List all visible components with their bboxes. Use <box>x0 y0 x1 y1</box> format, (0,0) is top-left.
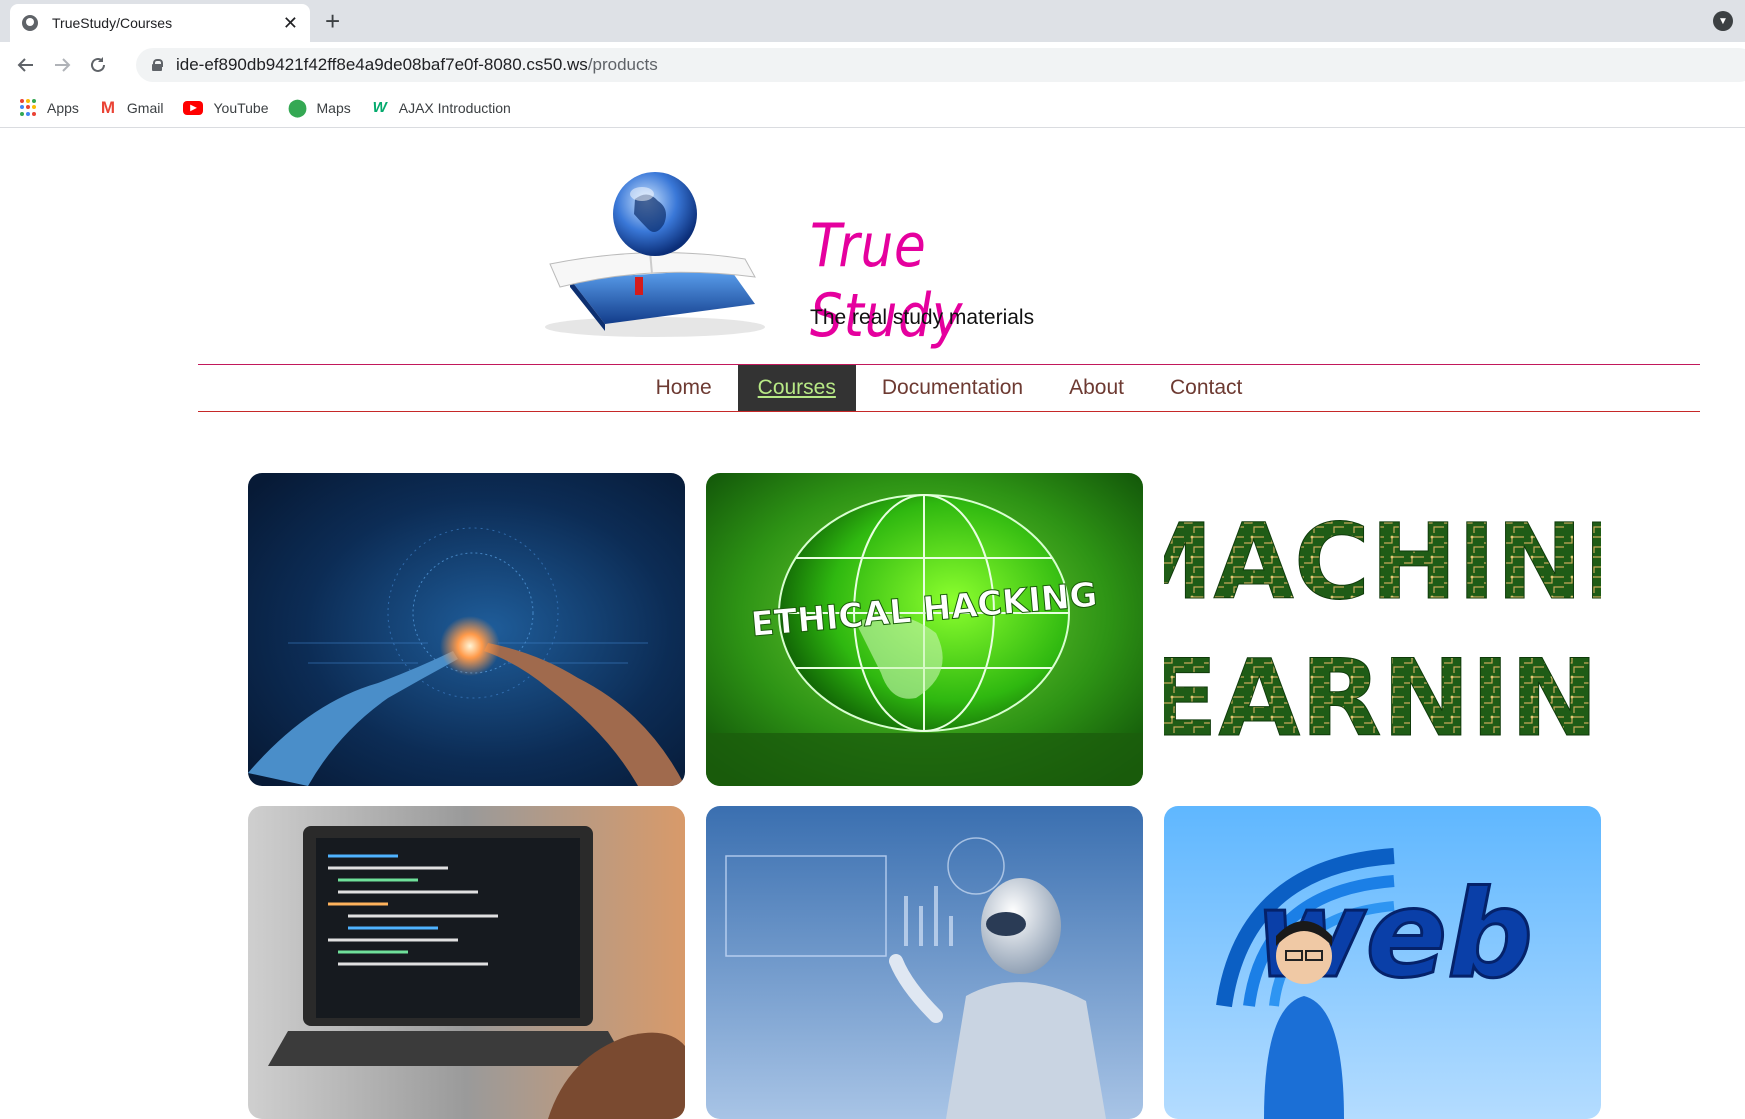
ai-hands-image <box>248 473 685 786</box>
nav-contact[interactable]: Contact <box>1150 365 1262 411</box>
ethical-hacking-globe-image: ETHICAL HACKING <box>706 473 1143 786</box>
bookmark-label: Gmail <box>126 99 164 116</box>
address-bar[interactable]: ide-ef890db9421f42ff8e4a9de08baf7e0f-808… <box>136 48 1745 82</box>
reload-icon <box>91 57 105 72</box>
machine-learning-text-image: MACHINE LEARNING <box>1164 473 1601 786</box>
maps-pin-icon: ⬤ <box>287 97 308 117</box>
bookmark-label: Maps <box>316 99 351 116</box>
site-header: True Study The real study materials <box>530 159 1130 351</box>
bookmark-maps[interactable]: ⬤ Maps <box>287 97 351 117</box>
reload-button[interactable] <box>84 51 112 79</box>
bookmark-label: YouTube <box>213 99 269 116</box>
browser-tab[interactable]: TrueStudy/Courses ✕ <box>10 4 310 42</box>
course-card-ethical-hacking[interactable]: ETHICAL HACKING <box>706 473 1143 786</box>
machine-text: MACHINE <box>1164 501 1601 623</box>
apps-grid-icon <box>19 98 37 117</box>
course-card-machine-learning[interactable]: MACHINE LEARNING <box>1164 473 1601 786</box>
page-content: True Study The real study materials Home… <box>0 129 1745 1119</box>
site-title: True Study <box>810 211 964 351</box>
tab-search-button[interactable]: ▼ <box>1713 11 1733 31</box>
browser-tab-strip: TrueStudy/Courses ✕ + ▼ <box>0 0 1745 42</box>
learning-text: LEARNING <box>1164 637 1601 760</box>
laptop-code-image <box>248 806 685 1119</box>
bookmark-gmail[interactable]: M Gmail <box>99 97 164 117</box>
main-nav: Home Courses Documentation About Contact <box>198 364 1700 412</box>
bookmark-youtube[interactable]: ▶ YouTube <box>183 99 269 116</box>
gmail-icon: M <box>100 97 115 117</box>
course-card-web-design[interactable]: web <box>1164 806 1601 1119</box>
back-button[interactable] <box>12 51 40 79</box>
globe-icon <box>22 15 38 31</box>
url-host: ide-ef890db9421f42ff8e4a9de08baf7e0f-808… <box>176 55 588 74</box>
back-arrow-icon <box>17 58 33 72</box>
course-card-programming[interactable] <box>248 806 685 1119</box>
course-card-ai[interactable] <box>248 473 685 786</box>
nav-courses[interactable]: Courses <box>737 365 856 411</box>
forward-arrow-icon <box>55 58 71 72</box>
bookmark-label: AJAX Introduction <box>398 99 511 116</box>
course-card-robotics[interactable] <box>706 806 1143 1119</box>
close-tab-icon[interactable]: ✕ <box>283 14 298 32</box>
bookmark-label: Apps <box>47 99 79 116</box>
bookmarks-bar: Apps M Gmail ▶ YouTube ⬤ Maps W AJAX Int… <box>0 88 1745 128</box>
site-tagline: The real study materials <box>810 306 1035 329</box>
youtube-icon: ▶ <box>183 100 204 115</box>
url-path: /products <box>587 55 658 74</box>
nav-about[interactable]: About <box>1049 365 1144 411</box>
logo-globe-book-icon <box>545 172 765 337</box>
lock-icon[interactable] <box>152 59 163 71</box>
robot-image <box>706 806 1143 1119</box>
browser-toolbar: ide-ef890db9421f42ff8e4a9de08baf7e0f-808… <box>0 42 1745 88</box>
new-tab-button[interactable]: + <box>325 8 340 34</box>
bookmark-ajax[interactable]: W AJAX Introduction <box>371 99 511 117</box>
tab-title: TrueStudy/Courses <box>52 15 173 31</box>
nav-home[interactable]: Home <box>636 365 732 411</box>
nav-documentation[interactable]: Documentation <box>862 365 1043 411</box>
bookmark-apps[interactable]: Apps <box>19 98 79 117</box>
web-design-image: web <box>1164 806 1601 1119</box>
forward-button[interactable] <box>48 51 76 79</box>
w3schools-icon: W <box>372 99 387 116</box>
